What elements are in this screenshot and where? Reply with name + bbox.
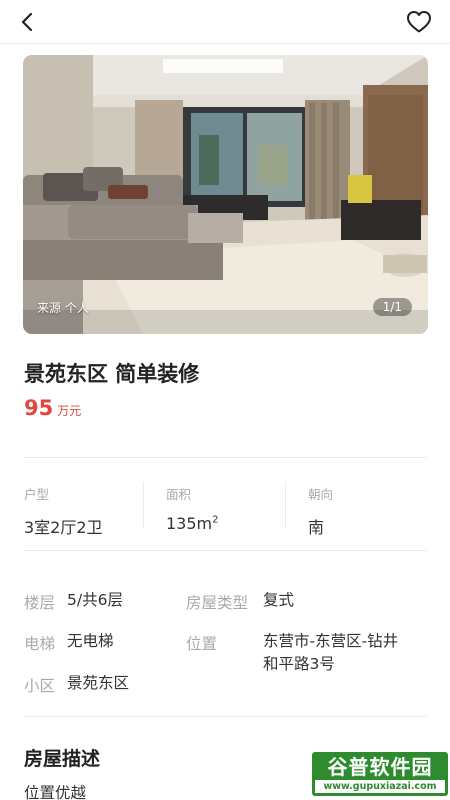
stat-area-value: 135m2 xyxy=(166,514,219,533)
description-text: 位置优越 xyxy=(24,784,87,800)
listing-price: 95 万元 xyxy=(24,396,81,420)
floor-value: 5/共6层 xyxy=(67,591,123,609)
stat-area: 面积 135m2 xyxy=(166,484,219,533)
stat-layout: 户型 3室2厅2卫 xyxy=(24,484,103,538)
photo-source-label: 来源 个人 xyxy=(37,301,89,315)
watermark-name: 谷普软件园 xyxy=(327,755,433,779)
stat-area-label: 面积 xyxy=(166,487,192,502)
community-value: 景苑东区 xyxy=(67,674,130,692)
stat-orientation-label: 朝向 xyxy=(308,487,334,502)
listing-title: 景苑东区 简单装修 xyxy=(24,362,200,386)
price-unit: 万元 xyxy=(57,404,82,418)
house-photo[interactable]: 来源 个人 1/1 xyxy=(23,55,428,334)
community-label: 小区 xyxy=(24,677,56,695)
floor-label: 楼层 xyxy=(24,594,56,612)
location-label: 位置 xyxy=(186,635,218,653)
house-type-label: 房屋类型 xyxy=(186,594,249,612)
stat-layout-label: 户型 xyxy=(24,487,50,502)
back-button[interactable] xyxy=(12,6,44,38)
top-bar xyxy=(0,0,450,44)
watermark-logo: 谷普软件园 www.gupuxiazai.com xyxy=(312,752,448,796)
favorite-button[interactable] xyxy=(402,5,436,39)
stat-orientation-value: 南 xyxy=(308,518,325,537)
divider xyxy=(24,457,427,458)
divider xyxy=(24,716,427,717)
stat-layout-value: 3室2厅2卫 xyxy=(24,518,103,537)
stat-separator xyxy=(143,482,144,528)
photo-counter: 1/1 xyxy=(372,298,412,316)
location-line-2: 和平路3号 xyxy=(263,655,335,673)
living-room-image xyxy=(23,55,428,334)
heart-outline-icon xyxy=(407,11,431,33)
price-value: 95 xyxy=(24,396,54,420)
area-number: 135m xyxy=(166,514,213,533)
elevator-label: 电梯 xyxy=(24,635,56,653)
location-line-1: 东营市-东营区-钻井 xyxy=(263,632,399,650)
stat-orientation: 朝向 南 xyxy=(308,484,333,538)
watermark-url: www.gupuxiazai.com xyxy=(315,780,445,793)
area-superscript: 2 xyxy=(212,514,219,526)
location-value: 东营市-东营区-钻井 和平路3号 xyxy=(263,630,398,676)
chevron-left-icon xyxy=(21,12,33,32)
elevator-value: 无电梯 xyxy=(67,632,114,650)
stat-separator xyxy=(285,482,286,528)
divider xyxy=(24,550,427,551)
description-title: 房屋描述 xyxy=(24,748,101,770)
house-type-value: 复式 xyxy=(263,591,295,609)
